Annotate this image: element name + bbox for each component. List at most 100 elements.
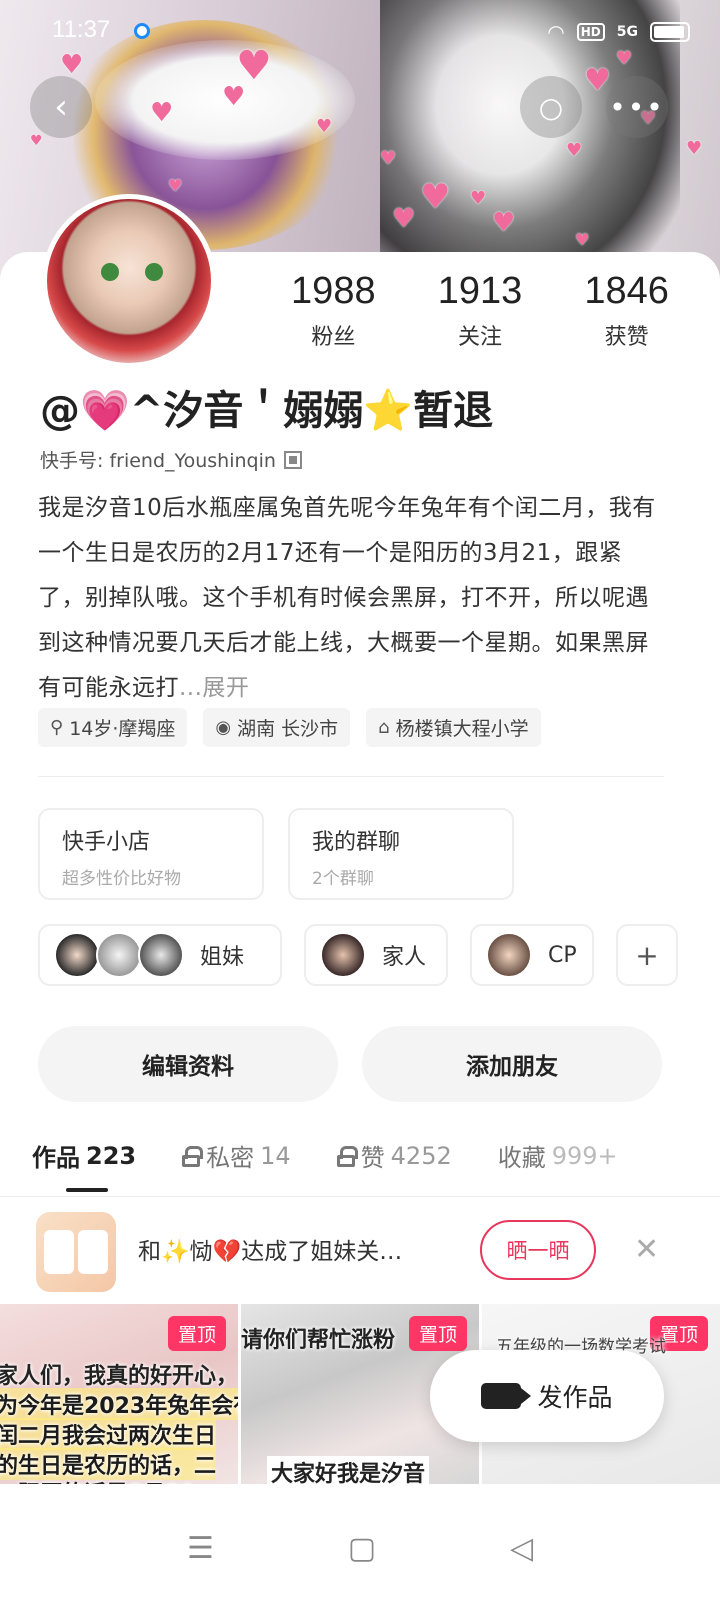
lock-icon xyxy=(336,1145,358,1167)
back-button[interactable]: ‹ xyxy=(30,76,92,138)
tag-age[interactable]: ⚲ 14岁·摩羯座 xyxy=(38,708,188,747)
username: @💗^汐音＇嫋嫋⭐暂退 xyxy=(40,388,494,434)
post-caption: 大家好我是汐音 xyxy=(267,1456,430,1484)
tag-location[interactable]: ◉ 湖南 长沙市 xyxy=(203,708,351,747)
plus-icon: + xyxy=(635,938,659,972)
kwai-shop-card[interactable]: 快手小店 超多性价比好物 xyxy=(38,808,264,900)
tab-favorites[interactable]: 收藏 999+ xyxy=(498,1138,618,1173)
group-cp[interactable]: CP xyxy=(470,924,594,986)
post-caption: 为今年是2023年兔年会有 xyxy=(0,1388,238,1420)
heart-icon: ♥ xyxy=(392,204,416,234)
tag-label: 湖南 长沙市 xyxy=(237,718,339,740)
chevron-left-icon: ‹ xyxy=(54,87,68,127)
card-title: 我的群聊 xyxy=(312,830,401,855)
heart-icon: ♥ xyxy=(150,98,174,128)
more-dots-icon: ••• xyxy=(609,90,665,124)
tab-label: 赞 xyxy=(360,1144,385,1172)
add-friend-button[interactable]: 添加朋友 xyxy=(362,1026,662,1102)
tab-label: 私密 xyxy=(206,1144,255,1172)
relationship-groups: 姐妹 家人 CP + xyxy=(38,924,678,986)
active-tab-indicator xyxy=(66,1188,108,1192)
tag-label: 杨楼镇大程小学 xyxy=(395,718,529,740)
qr-code-icon[interactable] xyxy=(283,450,302,469)
avatar[interactable] xyxy=(42,194,216,368)
tab-label: 收藏 xyxy=(497,1144,546,1172)
post-thumbnail[interactable]: 置顶 家人们，我真的好开心， 为今年是2023年兔年会有 闰二月我会过两次生日 … xyxy=(0,1304,238,1484)
pinned-badge: 置顶 xyxy=(408,1316,467,1351)
tab-count: 999+ xyxy=(551,1141,618,1170)
publish-button[interactable]: 发作品 xyxy=(430,1350,664,1442)
camera-icon xyxy=(481,1383,532,1409)
profile-tags: ⚲ 14岁·摩羯座 ◉ 湖南 长沙市 ⌂ 杨楼镇大程小学 xyxy=(38,708,541,747)
tab-count: 4252 xyxy=(390,1141,452,1170)
pinned-badge: 置顶 xyxy=(167,1316,226,1351)
tab-works[interactable]: 作品 223 xyxy=(32,1138,136,1173)
bio: 我是汐音10后水瓶座属兔首先呢今年兔年有个闰二月，我有一个生日是农历的2月17还… xyxy=(38,486,658,711)
heart-icon: ♥ xyxy=(222,82,246,112)
status-bar: 11:37 ◠ HD 5G xyxy=(0,0,720,64)
group-label: CP xyxy=(548,942,577,968)
bio-text: 我是汐音10后水瓶座属兔首先呢今年兔年有个闰二月，我有一个生日是农历的2月17还… xyxy=(38,495,656,701)
bio-expand-link[interactable]: ...展开 xyxy=(179,675,249,701)
stat-value: 1846 xyxy=(584,270,669,312)
heart-icon: ♥ xyxy=(686,138,703,159)
card-subtitle: 2个群聊 xyxy=(312,869,374,889)
stat-fans[interactable]: 1988 粉丝 xyxy=(263,270,403,351)
heart-icon: ♥ xyxy=(575,230,590,249)
edit-profile-button[interactable]: 编辑资料 xyxy=(38,1026,338,1102)
tab-count: 14 xyxy=(260,1141,291,1170)
avatar xyxy=(54,932,100,978)
notification-dot-icon xyxy=(134,23,150,39)
more-button[interactable]: ••• xyxy=(606,76,668,138)
post-caption: 家人们，我真的好开心， xyxy=(0,1364,238,1389)
menu-icon[interactable]: ☰ xyxy=(187,1531,214,1566)
heart-icon: ♥ xyxy=(470,188,487,209)
close-icon[interactable]: ✕ xyxy=(634,1232,659,1267)
group-label: 姐妹 xyxy=(200,945,245,970)
stat-likes[interactable]: 1846 获赞 xyxy=(557,270,697,351)
heart-icon: ♥ xyxy=(380,148,397,169)
post-caption: ，阳历的话是3月21 xyxy=(0,1476,196,1484)
wifi-icon: ◠ xyxy=(547,20,565,44)
tab-liked[interactable]: 赞 4252 xyxy=(336,1138,452,1173)
notice-thumbnail xyxy=(36,1212,116,1292)
group-sisters[interactable]: 姐妹 xyxy=(38,924,282,986)
school-icon: ⌂ xyxy=(378,717,390,738)
kwai-id-text: 快手号: friend_Youshinqin xyxy=(40,450,276,472)
gender-icon: ⚲ xyxy=(50,717,64,738)
tag-school[interactable]: ⌂ 杨楼镇大程小学 xyxy=(366,708,541,747)
kwai-id[interactable]: 快手号: friend_Youshinqin xyxy=(40,446,302,473)
hd-icon: HD xyxy=(576,23,605,41)
stat-label: 粉丝 xyxy=(311,325,356,350)
divider xyxy=(38,776,664,777)
location-icon: ◉ xyxy=(215,717,232,738)
divider xyxy=(0,1196,720,1197)
system-nav-bar: ☰ ▢ ◁ xyxy=(0,1484,720,1612)
profile-stats: 1988 粉丝 1913 关注 1846 获赞 xyxy=(260,270,700,351)
avatar xyxy=(96,932,142,978)
status-time: 11:37 xyxy=(52,16,111,43)
group-family[interactable]: 家人 xyxy=(304,924,448,986)
notice-text[interactable]: 和✨恸💔达成了姐妹关… xyxy=(138,1232,402,1266)
search-button[interactable]: ○ xyxy=(520,76,582,138)
post-caption: 请你们帮忙涨粉 xyxy=(241,1328,396,1353)
home-icon[interactable]: ▢ xyxy=(348,1531,376,1566)
relationship-notice: 和✨恸💔达成了姐妹关… 晒一晒 ✕ xyxy=(0,1198,720,1304)
stat-value: 1913 xyxy=(437,270,523,312)
show-off-button[interactable]: 晒一晒 xyxy=(480,1220,596,1280)
back-icon[interactable]: ◁ xyxy=(510,1531,533,1566)
group-chat-card[interactable]: 我的群聊 2个群聊 xyxy=(288,808,514,900)
avatar xyxy=(138,932,184,978)
add-group-button[interactable]: + xyxy=(616,924,678,986)
avatar xyxy=(486,932,532,978)
signal-icon: 5G xyxy=(616,24,638,40)
stat-following[interactable]: 1913 关注 xyxy=(410,270,550,351)
stat-value: 1988 xyxy=(291,270,376,312)
heart-icon: ♥ xyxy=(30,133,43,149)
card-title: 快手小店 xyxy=(62,830,151,855)
search-icon: ○ xyxy=(538,90,564,124)
tab-private[interactable]: 私密 14 xyxy=(182,1138,291,1173)
heart-icon: ♥ xyxy=(420,177,451,217)
heart-icon: ♥ xyxy=(316,116,333,137)
tab-label: 作品 xyxy=(32,1144,80,1172)
